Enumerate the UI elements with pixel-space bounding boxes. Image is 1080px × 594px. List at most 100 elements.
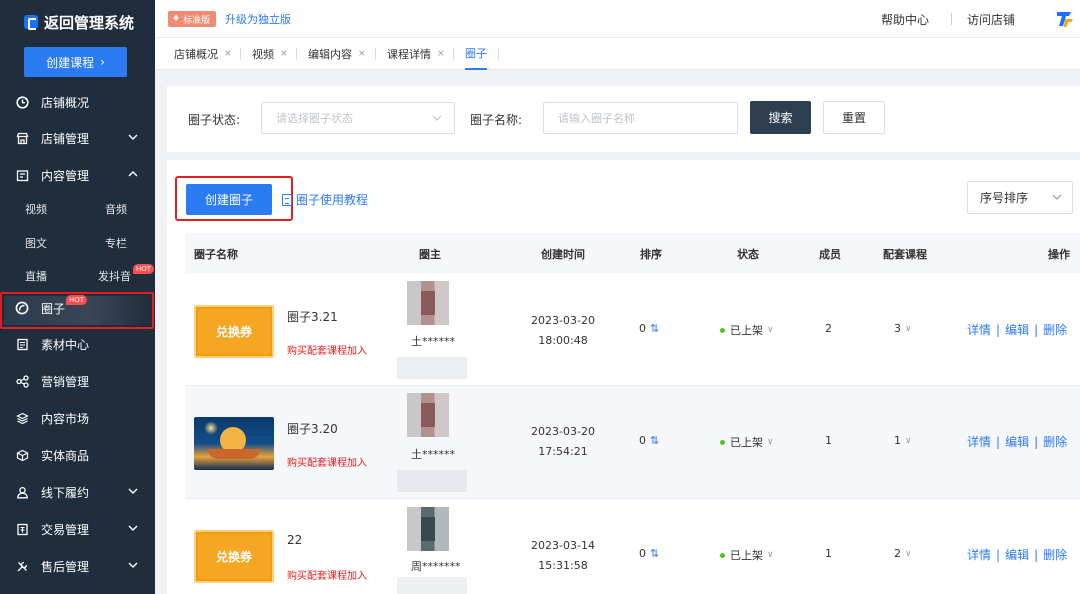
name-input[interactable]: 请输入圈子名称: [543, 102, 738, 134]
tab-video[interactable]: 视频 ×: [252, 38, 288, 70]
sidebar-sub-live[interactable]: 直播: [25, 268, 47, 284]
table-row: 圈子3.20 购买配套课程加入 土****** 2023-03-20 17:54:…: [185, 386, 1080, 499]
create-course-button[interactable]: 创建课程 ›: [24, 47, 127, 77]
tab-overview[interactable]: 店铺概况 ×: [174, 38, 232, 70]
order-cell: 0 ⇅: [639, 322, 659, 335]
status-dot: [720, 552, 725, 558]
visit-shop-link[interactable]: 访问店铺: [967, 11, 1015, 28]
delete-link[interactable]: 删除: [1043, 546, 1067, 563]
sidebar-sub-column[interactable]: 专栏: [105, 235, 127, 251]
delete-link[interactable]: 删除: [1043, 321, 1067, 338]
sidebar-item-label: 营销管理: [41, 374, 90, 389]
buy-course-link[interactable]: 购买配套课程加入: [287, 342, 367, 357]
table-header: 圈子名称 圈主 创建时间 排序 状态 成员 配套课程 操作: [185, 233, 1080, 273]
sidebar-item-label: 店铺概况: [41, 95, 90, 110]
member-count: 2: [825, 322, 832, 335]
tab-edit-content[interactable]: 编辑内容 ×: [308, 38, 366, 70]
created-time: 2023-03-20 18:00:48: [518, 311, 608, 351]
sort-arrows-icon[interactable]: ⇅: [650, 547, 659, 560]
sidebar-sub-article[interactable]: 图文: [25, 235, 47, 251]
circle-name: 圈子3.21: [287, 310, 338, 324]
edit-link[interactable]: 编辑: [1005, 321, 1029, 338]
sidebar-item-material[interactable]: 素材中心: [0, 328, 155, 360]
edit-link[interactable]: 编辑: [1005, 546, 1029, 563]
divider: |: [996, 434, 1001, 449]
tab-bar: 店铺概况 × 视频 × 编辑内容 × 课程详情 × 圈子: [155, 38, 1080, 70]
tab-label: 圈子: [465, 47, 487, 60]
sidebar-item-shop[interactable]: 店铺管理: [0, 122, 155, 154]
sidebar-sub-video[interactable]: 视频: [25, 201, 47, 217]
status-dropdown[interactable]: 已上架 ∨: [720, 434, 774, 450]
owner-name: 土******: [411, 448, 455, 461]
chevron-down-icon: ∨: [767, 437, 774, 447]
share-icon: [15, 374, 29, 388]
detail-link[interactable]: 详情: [967, 433, 991, 450]
circle-list-panel: 创建圈子 圈子使用教程 序号排序 圈子名称 圈主 创建时间 排序 状态 成员 配…: [167, 160, 1080, 594]
back-to-admin-link[interactable]: 返回管理系统: [24, 11, 134, 33]
created-time: 2023-03-14 15:31:58: [518, 536, 608, 576]
header-order: 排序: [640, 248, 662, 261]
course-count: 1: [894, 434, 901, 447]
sidebar-item-market[interactable]: 内容市场: [0, 402, 155, 434]
chevron-down-icon: [432, 115, 442, 121]
detail-link[interactable]: 详情: [967, 321, 991, 338]
buy-course-link[interactable]: 购买配套课程加入: [287, 454, 367, 469]
delete-link[interactable]: 删除: [1043, 433, 1067, 450]
sidebar-sub-audio[interactable]: 音频: [105, 201, 127, 217]
buy-course-link[interactable]: 购买配套课程加入: [287, 567, 367, 582]
status-dot: [720, 439, 725, 445]
sort-arrows-icon[interactable]: ⇅: [650, 434, 659, 447]
status-select[interactable]: 请选择圈子状态: [261, 102, 455, 134]
edit-link[interactable]: 编辑: [1005, 433, 1029, 450]
chevron-down-icon: [128, 525, 138, 531]
logo-text: 返回管理系统: [44, 13, 135, 32]
sidebar-sub-douyin[interactable]: 发抖音: [98, 268, 131, 284]
tab-circle[interactable]: 圈子: [465, 38, 487, 70]
order-cell: 0 ⇅: [639, 547, 659, 560]
boat-graphic: [208, 449, 260, 459]
sort-value: 序号排序: [980, 191, 1029, 205]
upgrade-link[interactable]: 升级为独立版: [225, 11, 291, 27]
created-time: 2023-03-20 17:54:21: [518, 422, 608, 462]
divider: [498, 48, 499, 60]
store-icon: [15, 131, 29, 145]
clock-icon: [15, 95, 29, 109]
course-dropdown[interactable]: 3 ∨: [894, 322, 912, 335]
divider: [240, 48, 241, 60]
blurred-area: [397, 470, 467, 492]
detail-link[interactable]: 详情: [967, 546, 991, 563]
chevron-down-icon: [128, 562, 138, 568]
sidebar-item-content[interactable]: 内容管理: [0, 159, 155, 191]
help-center-link[interactable]: 帮助中心: [881, 11, 929, 28]
course-count: 2: [894, 547, 901, 560]
tab-course-detail[interactable]: 课程详情 ×: [387, 38, 445, 70]
status-dropdown[interactable]: 已上架 ∨: [720, 547, 774, 563]
sidebar-item-trade[interactable]: 交易管理: [0, 513, 155, 545]
sidebar-item-goods[interactable]: 实体商品: [0, 439, 155, 471]
sidebar-item-overview[interactable]: 店铺概况: [0, 86, 155, 118]
table-row: 兑换券 圈子3.21 购买配套课程加入 土****** 2023-03-20 18…: [185, 273, 1080, 386]
close-icon[interactable]: ×: [437, 49, 445, 59]
search-button[interactable]: 搜索: [750, 101, 811, 134]
sort-select[interactable]: 序号排序: [967, 181, 1073, 214]
brand-logo-icon[interactable]: [1055, 9, 1075, 29]
sidebar-item-offline[interactable]: 线下履约: [0, 476, 155, 508]
close-icon[interactable]: ×: [224, 49, 232, 59]
row-actions: 详情 | 编辑 | 删除: [967, 321, 1067, 338]
order-value: 0: [639, 434, 646, 447]
status-dropdown[interactable]: 已上架 ∨: [720, 322, 774, 338]
row-actions: 详情 | 编辑 | 删除: [967, 433, 1067, 450]
course-dropdown[interactable]: 1 ∨: [894, 434, 912, 447]
sort-arrows-icon[interactable]: ⇅: [650, 322, 659, 335]
created-date: 2023-03-14: [531, 539, 595, 552]
circle-name: 圈子3.20: [287, 422, 338, 436]
close-icon[interactable]: ×: [358, 49, 366, 59]
chevron-down-icon: [128, 488, 138, 494]
sidebar-item-aftersale[interactable]: 售后管理: [0, 550, 155, 582]
sidebar-item-marketing[interactable]: 营销管理: [0, 365, 155, 397]
close-icon[interactable]: ×: [280, 49, 288, 59]
course-dropdown[interactable]: 2 ∨: [894, 547, 912, 560]
reset-button[interactable]: 重置: [823, 101, 885, 134]
create-circle-button[interactable]: 创建圈子: [186, 184, 272, 215]
tutorial-link[interactable]: 圈子使用教程: [282, 191, 368, 208]
